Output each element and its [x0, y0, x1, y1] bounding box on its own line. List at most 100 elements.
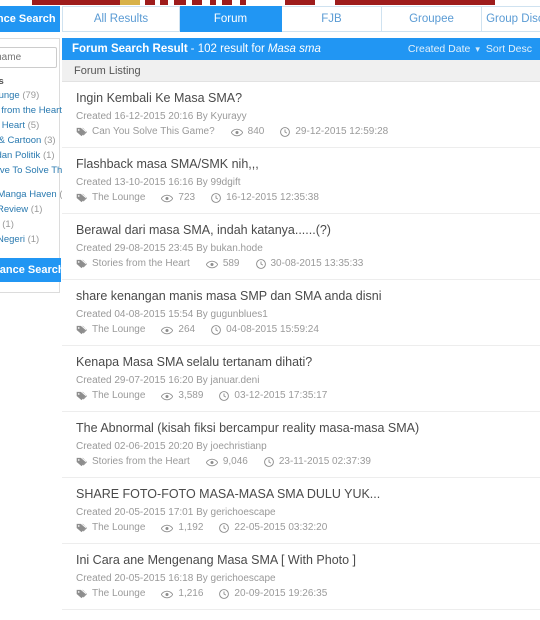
- sidebar-filter-item[interactable]: Anime & Cartoon (3): [0, 135, 56, 147]
- thread-last-post-date: 20-09-2015 19:26:35: [234, 588, 328, 599]
- thread-created: Created 16-12-2015 20:16 By Kyurayy: [76, 111, 247, 122]
- thread-title[interactable]: share kenangan manis masa SMP dan SMA an…: [76, 289, 528, 304]
- sidebar-filter-label: Broken Heart: [0, 120, 25, 131]
- results-tab-bar: All Results Forum FJB Groupee Group Disc…: [62, 6, 540, 32]
- thread-category[interactable]: Stories from the Heart: [76, 455, 190, 469]
- thread-category[interactable]: Stories from the Heart: [76, 257, 190, 271]
- forum-listing-label: Forum Listing: [62, 60, 540, 82]
- username-input[interactable]: [0, 47, 57, 68]
- chevron-down-icon[interactable]: ▾: [475, 44, 480, 55]
- thread-category[interactable]: Can You Solve This Game?: [76, 125, 215, 139]
- thread-category-label: The Lounge: [92, 588, 146, 599]
- sidebar-filter-label: Cerita Negeri: [0, 234, 25, 245]
- thread-created: Created 29-08-2015 23:45 By bukan.hode: [76, 243, 263, 254]
- sidebar-filter-count: (1): [27, 234, 40, 245]
- sidebar-filter-item[interactable]: You Have To Solve This: [0, 165, 69, 177]
- result-header-bar: Forum Search Result - 102 result for Mas…: [62, 38, 540, 60]
- navbar-fragment: [192, 0, 202, 5]
- thread-last-post: 29-12-2015 12:59:28: [280, 125, 388, 139]
- advance-search-header-button[interactable]: Advance Search: [0, 6, 60, 32]
- forum-listing-rows: Ingin Kembali Ke Masa SMA? Created 16-12…: [62, 82, 540, 620]
- sidebar-filter-item[interactable]: Movie Review (1): [0, 204, 53, 216]
- thread-created: Created 02-06-2015 20:20 By joechristian…: [76, 441, 267, 452]
- sidebar-filter-count: (1): [2, 219, 14, 230]
- table-row[interactable]: Flashback masa SMA/SMK nih,,, Created 13…: [62, 148, 540, 214]
- sidebar-filter-card: Forums The Lounge (79) Stories from the …: [0, 38, 76, 293]
- thread-created: Created 20-05-2015 17:01 By gerichoescap…: [76, 507, 276, 518]
- thread-created: Created 29-07-2015 16:20 By januar.deni: [76, 375, 260, 386]
- sidebar-filter-count: (79): [22, 90, 40, 101]
- result-header-search-term: Masa sma: [267, 43, 321, 55]
- sidebar-filter-item[interactable]: Broken Heart (5): [0, 120, 53, 132]
- table-row[interactable]: Berawal dari masa SMA, indah katanya....…: [62, 214, 540, 280]
- sort-field-selector[interactable]: Created Date: [408, 43, 470, 55]
- thread-views: 1,192: [161, 521, 203, 535]
- tag-icon: [76, 523, 87, 533]
- navbar-fragment: [145, 0, 155, 5]
- sidebar-filter-item[interactable]: Games (1): [0, 219, 53, 231]
- navbar-fragment: [285, 0, 315, 5]
- table-row[interactable]: Ingin Kembali Ke Masa SMA? Created 16-12…: [62, 82, 540, 148]
- sort-direction-selector[interactable]: Sort Desc: [486, 43, 532, 55]
- sidebar-filter-label: Movie Review: [0, 204, 29, 215]
- sidebar-filter-item[interactable]: Berita dan Politik (1): [0, 150, 55, 162]
- thread-category-label: The Lounge: [92, 522, 146, 533]
- thread-category[interactable]: The Lounge: [76, 521, 145, 535]
- tab-group-discussion[interactable]: Group Discussion: [482, 6, 540, 32]
- thread-meta: Can You Solve This Game? 840 29-12-2015 …: [76, 125, 528, 139]
- table-row[interactable]: Lo Kepengen Tau Masa Indah SMA Gw Bray C…: [62, 610, 540, 620]
- sidebar-filter-label: Berita dan Politik: [0, 150, 41, 161]
- sidebar-filter-label: You Have To Solve This: [0, 165, 70, 176]
- sidebar-filter-item[interactable]: Cerita Negeri (1): [0, 234, 53, 246]
- table-row[interactable]: SHARE FOTO-FOTO MASA-MASA SMA DULU YUK..…: [62, 478, 540, 544]
- search-results-page: Advance Search Forums The Lounge (79) St…: [0, 0, 540, 620]
- thread-category[interactable]: The Lounge: [76, 323, 145, 337]
- thread-views-count: 1,216: [178, 588, 204, 599]
- thread-last-post: 03-12-2015 17:35:17: [219, 389, 327, 403]
- sidebar-filter-label: Japan Manga Haven: [0, 189, 57, 200]
- sidebar-filter-item[interactable]: The Lounge (79): [0, 90, 53, 102]
- tab-all-results[interactable]: All Results: [62, 6, 180, 32]
- tag-icon: [76, 391, 87, 401]
- tab-fjb[interactable]: FJB: [282, 6, 382, 32]
- thread-views-count: 840: [247, 126, 265, 137]
- thread-title[interactable]: Ingin Kembali Ke Masa SMA?: [76, 91, 528, 106]
- thread-created: Created 20-05-2015 16:18 By gerichoescap…: [76, 573, 276, 584]
- thread-meta: Stories from the Heart 9,046 23-11-2015 …: [76, 455, 528, 469]
- thread-title[interactable]: Ini Cara ane Mengenang Masa SMA [ With P…: [76, 553, 528, 568]
- navbar-fragment: [240, 0, 246, 5]
- clock-icon: [280, 127, 291, 137]
- thread-created: Created 04-08-2015 15:54 By gugunblues1: [76, 309, 268, 320]
- thread-title[interactable]: Berawal dari masa SMA, indah katanya....…: [76, 223, 528, 238]
- sidebar-filter-count: (3): [43, 135, 56, 146]
- table-row[interactable]: The Abnormal (kisah fiksi bercampur real…: [62, 412, 540, 478]
- sidebar-filter-item[interactable]: Stories from the Heart (8): [0, 105, 76, 117]
- thread-meta: The Lounge 264 04-08-2015 15:59:24: [76, 323, 528, 337]
- thread-title[interactable]: Kenapa Masa SMA selalu tertanam dihati?: [76, 355, 528, 370]
- table-row[interactable]: Ini Cara ane Mengenang Masa SMA [ With P…: [62, 544, 540, 610]
- sidebar-filter-count: (1): [30, 204, 43, 215]
- thread-category[interactable]: The Lounge: [76, 389, 145, 403]
- clock-icon: [211, 325, 221, 335]
- thread-category-label: The Lounge: [92, 390, 146, 401]
- advance-search-submit-button[interactable]: Advance Search: [0, 258, 65, 282]
- thread-category[interactable]: The Lounge: [76, 191, 145, 205]
- sidebar-filter-item[interactable]: Japan Manga Haven (1): [0, 189, 71, 201]
- eye-icon: [205, 260, 218, 268]
- sidebar-filter-label: The Lounge: [0, 90, 20, 101]
- thread-category[interactable]: The Lounge: [76, 587, 145, 601]
- thread-views: 264: [161, 323, 195, 337]
- tag-icon: [76, 325, 87, 335]
- thread-views: 9,046: [205, 455, 248, 469]
- thread-views-count: 589: [222, 258, 240, 269]
- tab-forum[interactable]: Forum: [180, 6, 282, 32]
- thread-title[interactable]: Flashback masa SMA/SMK nih,,,: [76, 157, 528, 172]
- thread-meta: The Lounge 1,216 20-09-2015 19:26:35: [76, 587, 528, 601]
- table-row[interactable]: share kenangan manis masa SMP dan SMA an…: [62, 280, 540, 346]
- thread-views: 3,589: [161, 389, 203, 403]
- thread-title[interactable]: SHARE FOTO-FOTO MASA-MASA SMA DULU YUK..…: [76, 487, 528, 502]
- tab-groupee[interactable]: Groupee: [382, 6, 482, 32]
- thread-last-post: 23-11-2015 02:37:39: [263, 455, 371, 469]
- thread-title[interactable]: The Abnormal (kisah fiksi bercampur real…: [76, 421, 528, 436]
- table-row[interactable]: Kenapa Masa SMA selalu tertanam dihati? …: [62, 346, 540, 412]
